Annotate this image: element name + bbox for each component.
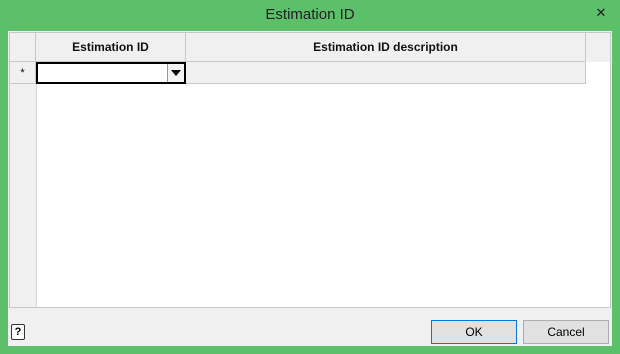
dialog-client-area: Estimation ID Estimation ID description … [8, 31, 612, 346]
dialog-window: Estimation ID ✕ Estimation ID Estimation… [0, 0, 620, 354]
close-icon: ✕ [595, 5, 607, 20]
new-row-marker[interactable]: * [10, 62, 36, 84]
column-header-estimation-id[interactable]: Estimation ID [36, 33, 186, 62]
estimation-id-dropdown[interactable] [36, 62, 186, 84]
table-row: * [10, 62, 586, 84]
title-bar[interactable]: Estimation ID ✕ [0, 0, 620, 32]
grid-corner-cell[interactable] [10, 33, 36, 62]
column-header-estimation-id-description[interactable]: Estimation ID description [186, 33, 586, 62]
estimation-grid: Estimation ID Estimation ID description … [9, 32, 611, 308]
window-title: Estimation ID [265, 6, 355, 23]
chevron-down-icon [171, 70, 181, 76]
cancel-button[interactable]: Cancel [523, 320, 609, 344]
grid-header-row: Estimation ID Estimation ID description [10, 33, 610, 62]
help-icon[interactable]: ? [11, 324, 25, 340]
ok-button[interactable]: OK [431, 320, 517, 344]
close-button[interactable]: ✕ [588, 3, 614, 23]
dropdown-button[interactable] [167, 64, 184, 82]
estimation-id-description-cell[interactable] [186, 62, 586, 84]
